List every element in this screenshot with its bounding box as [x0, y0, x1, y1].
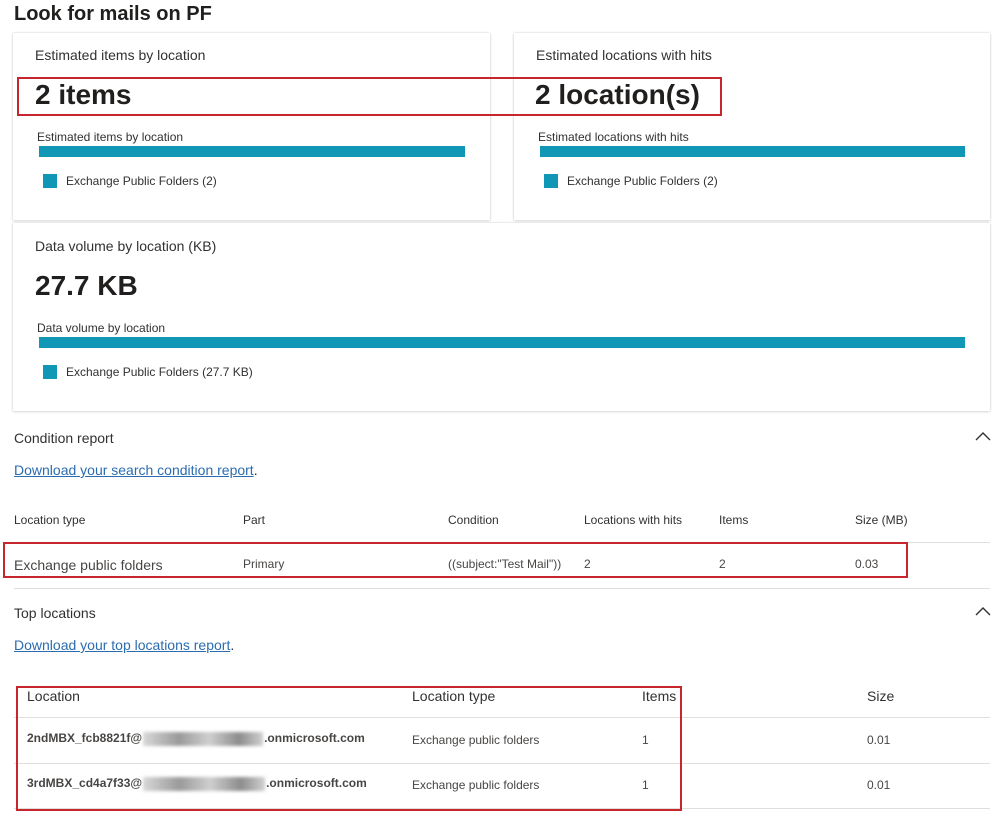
locations-card-heading: Estimated locations with hits — [536, 47, 712, 63]
top-locations-download-row: Download your top locations report. — [14, 637, 234, 655]
condition-download-row: Download your search condition report. — [14, 462, 258, 480]
location-cell-size: 0.01 — [867, 778, 891, 792]
chevron-up-icon[interactable] — [975, 431, 991, 441]
volume-chart-label: Data volume by location — [37, 321, 166, 335]
page-title: Look for mails on PF — [14, 3, 212, 25]
volume-bar — [39, 337, 965, 348]
locations-legend: Exchange Public Folders (2) — [544, 174, 718, 188]
highlight-box-condition-row — [3, 542, 908, 578]
volume-value: 27.7 KB — [35, 270, 138, 301]
top-locations-title: Top locations — [14, 605, 96, 621]
items-legend: Exchange Public Folders (2) — [43, 174, 217, 188]
items-legend-label: Exchange Public Folders (2) — [66, 174, 217, 188]
period: . — [253, 462, 258, 478]
col-header-part[interactable]: Part — [243, 513, 265, 527]
col-header-items[interactable]: Items — [719, 513, 748, 527]
volume-legend: Exchange Public Folders (27.7 KB) — [43, 365, 253, 379]
locations-chart-label: Estimated locations with hits — [538, 130, 689, 144]
volume-legend-label: Exchange Public Folders (27.7 KB) — [66, 365, 253, 379]
legend-swatch — [544, 174, 558, 188]
highlight-box-top-locations — [16, 686, 682, 811]
col-header-locations-with-hits[interactable]: Locations with hits — [584, 513, 682, 527]
divider — [14, 588, 990, 589]
col-header-condition[interactable]: Condition — [448, 513, 499, 527]
highlight-box-values — [17, 77, 722, 116]
volume-card-heading: Data volume by location (KB) — [35, 238, 217, 254]
location-cell-size: 0.01 — [867, 733, 891, 747]
items-bar — [39, 146, 465, 157]
col-header-size[interactable]: Size — [867, 688, 894, 704]
locations-legend-label: Exchange Public Folders (2) — [567, 174, 718, 188]
download-top-locations-link[interactable]: Download your top locations report — [14, 637, 230, 653]
period: . — [230, 637, 235, 653]
chevron-up-icon[interactable] — [975, 606, 991, 616]
items-chart-label: Estimated items by location — [37, 130, 184, 144]
items-card-heading: Estimated items by location — [35, 47, 206, 63]
legend-swatch — [43, 174, 57, 188]
col-header-size[interactable]: Size (MB) — [855, 513, 908, 527]
col-header-location-type[interactable]: Location type — [14, 513, 85, 527]
condition-report-title: Condition report — [14, 430, 114, 446]
locations-bar — [540, 146, 965, 157]
download-condition-report-link[interactable]: Download your search condition report — [14, 462, 254, 478]
legend-swatch — [43, 365, 57, 379]
